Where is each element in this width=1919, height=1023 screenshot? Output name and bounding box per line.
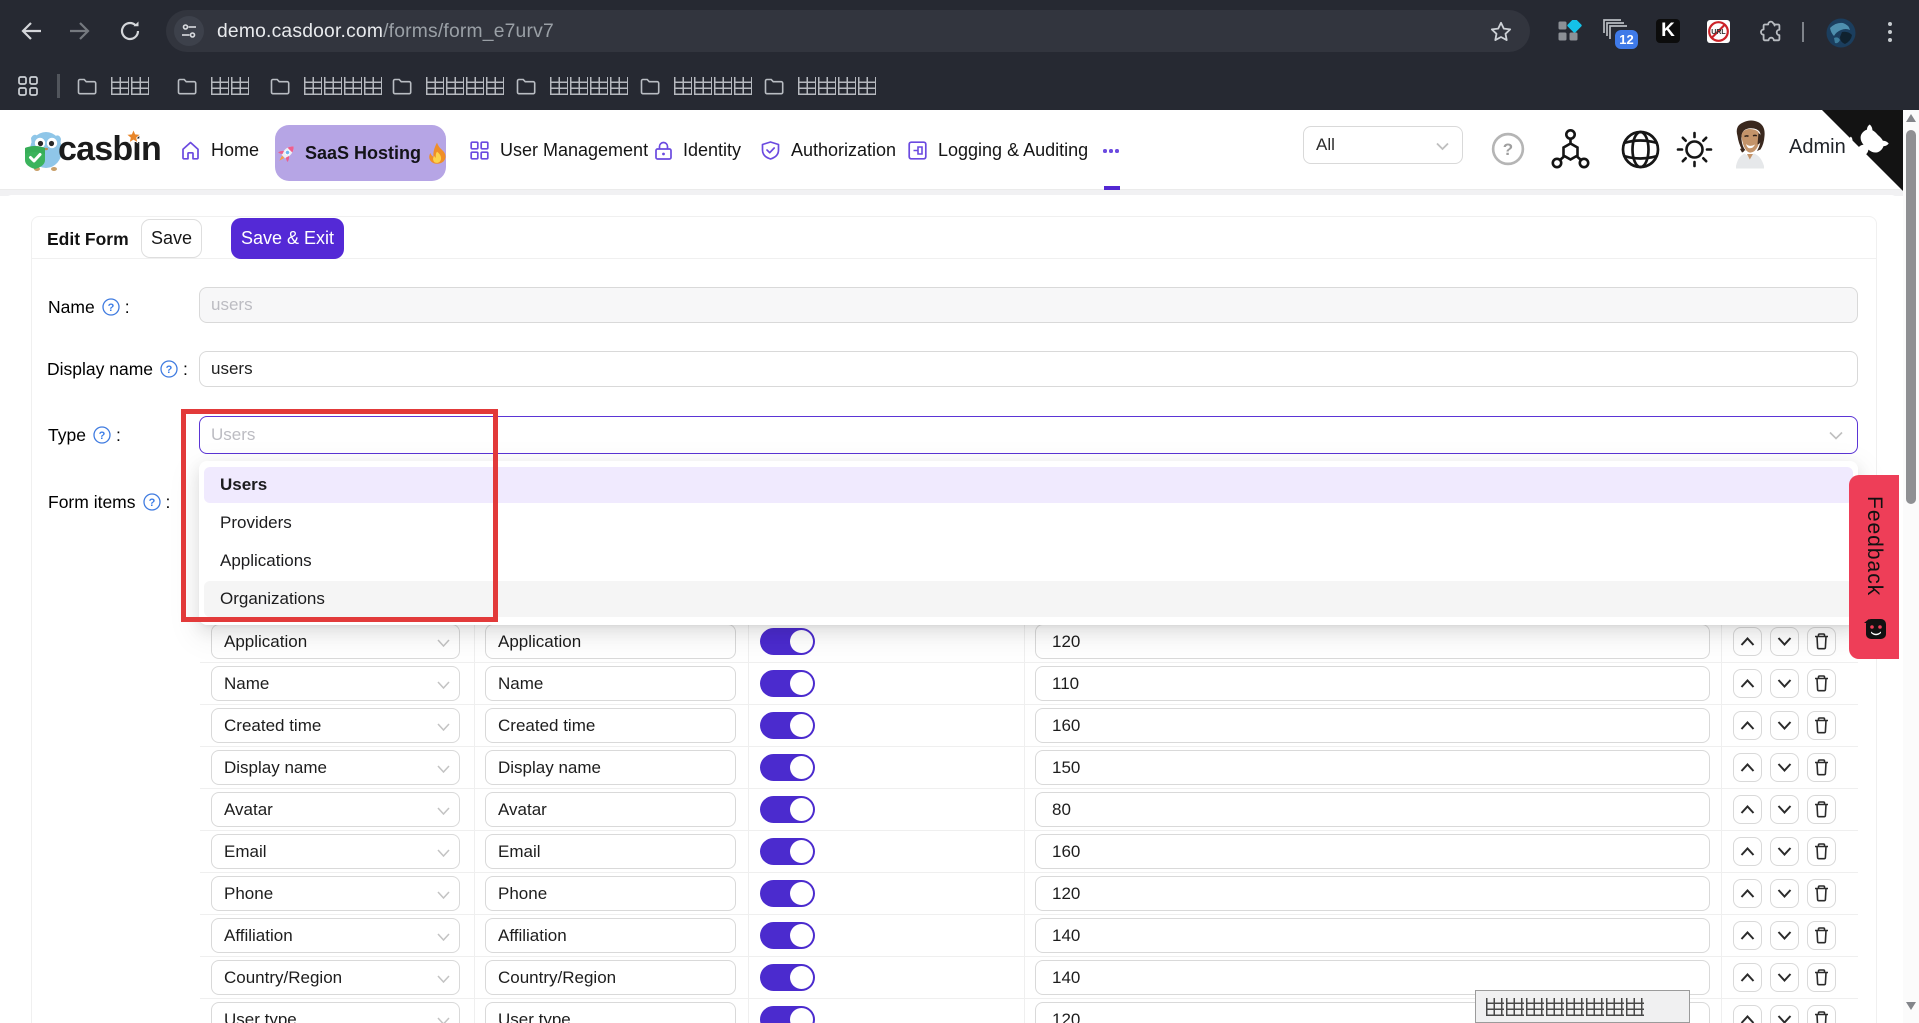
svg-text:?: ? bbox=[99, 430, 106, 442]
svg-text:?: ? bbox=[148, 497, 155, 509]
svg-text:?: ? bbox=[1503, 140, 1513, 159]
svg-text:?: ? bbox=[166, 364, 173, 376]
svg-text:?: ? bbox=[107, 302, 114, 314]
svg-text:URL: URL bbox=[1711, 29, 1726, 36]
